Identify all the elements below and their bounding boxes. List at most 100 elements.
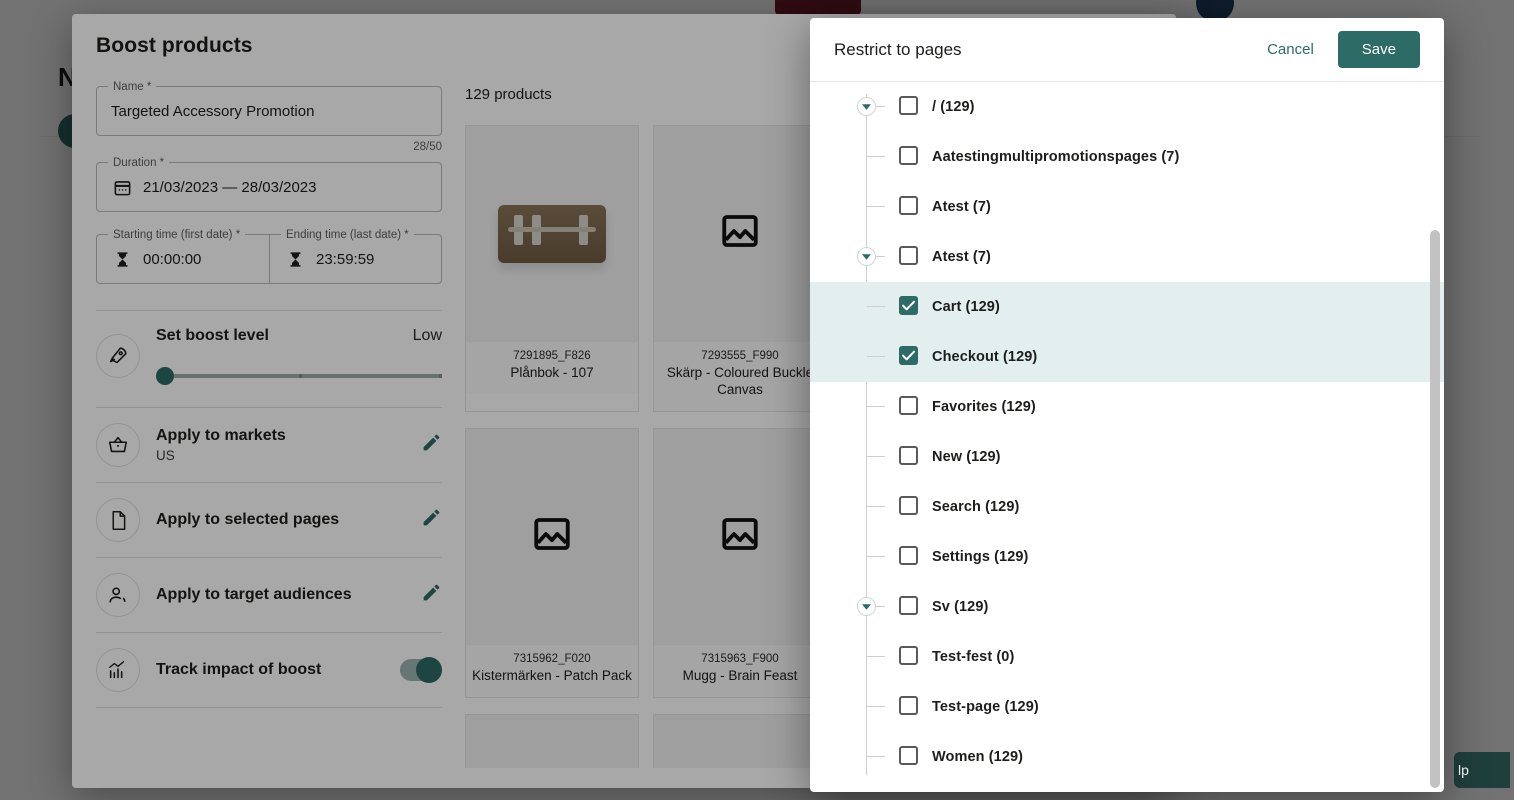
- product-card[interactable]: 7315962_F020 Kistermärken - Patch Pack: [465, 428, 639, 698]
- image-placeholder-icon: [719, 210, 761, 257]
- page-checkbox[interactable]: [899, 146, 918, 165]
- edit-audiences-button[interactable]: [421, 582, 442, 608]
- chart-icon: [96, 648, 140, 692]
- apply-to-target-audiences-body: Apply to target audiences: [156, 586, 411, 604]
- chevron-down-icon[interactable]: [857, 97, 876, 116]
- page-checkbox[interactable]: [899, 546, 918, 565]
- chevron-down-icon[interactable]: [857, 597, 876, 616]
- apply-to-target-audiences-label: Apply to target audiences: [156, 586, 411, 604]
- help-tab[interactable]: lp: [1454, 752, 1510, 788]
- page-checkbox[interactable]: [899, 446, 918, 465]
- page-tree-row[interactable]: Test-page (129): [810, 682, 1444, 732]
- page-tree-label[interactable]: Atest (7): [932, 199, 991, 215]
- product-card[interactable]: 7293555_F990 Skärp - Coloured Buckle Can…: [653, 125, 827, 412]
- pages-scrollbar-thumb[interactable]: [1430, 230, 1440, 788]
- product-sku: 7315963_F900: [660, 653, 820, 665]
- track-impact-toggle[interactable]: [400, 659, 442, 681]
- edit-markets-button[interactable]: [421, 432, 442, 458]
- cancel-button[interactable]: Cancel: [1253, 33, 1328, 66]
- tree-connector-line: [867, 406, 885, 407]
- edit-pages-button[interactable]: [421, 507, 442, 533]
- page-tree-row[interactable]: Search (129): [810, 482, 1444, 532]
- page-tree-row[interactable]: Sv (129): [810, 582, 1444, 632]
- boost-level-slider[interactable]: [156, 367, 442, 385]
- product-meta: 7315963_F900 Mugg - Brain Feast: [654, 644, 826, 697]
- page-checkbox[interactable]: [899, 196, 918, 215]
- page-tree-label[interactable]: Checkout (129): [932, 349, 1037, 365]
- product-card[interactable]: [653, 714, 827, 768]
- page-tree-label[interactable]: Settings (129): [932, 549, 1028, 565]
- tree-connector-line: [867, 356, 885, 357]
- duration-field-value: 21/03/2023 — 28/03/2023: [143, 179, 316, 196]
- time-fields-row: Starting time (first date) * 00:00:00 En…: [96, 234, 442, 284]
- duration-field[interactable]: Duration * 21/03/2023 — 28/03/2023: [96, 162, 442, 212]
- end-time-field[interactable]: Ending time (last date) * 23:59:59: [269, 234, 442, 284]
- product-name: Plånbok - 107: [472, 365, 632, 382]
- track-impact-body: Track impact of boost: [156, 661, 390, 679]
- page-checkbox[interactable]: [899, 346, 918, 365]
- page-checkbox[interactable]: [899, 746, 918, 765]
- toggle-track[interactable]: [400, 659, 442, 681]
- page-tree-label[interactable]: New (129): [932, 449, 1001, 465]
- save-button[interactable]: Save: [1338, 31, 1420, 68]
- pages-tree-scroll-area[interactable]: / (129) Aatestingmultipromotionspages (7)…: [810, 82, 1444, 792]
- page-checkbox[interactable]: [899, 96, 918, 115]
- page-tree-row[interactable]: Settings (129): [810, 532, 1444, 582]
- boost-level-header: Set boost level Low: [156, 327, 442, 345]
- tree-connector-line: [867, 656, 885, 657]
- page-tree-label[interactable]: Test-fest (0): [932, 649, 1014, 665]
- slider-tick-end: [439, 374, 442, 378]
- name-field[interactable]: Name * Targeted Accessory Promotion: [96, 86, 442, 136]
- page-checkbox[interactable]: [899, 246, 918, 265]
- page-tree-row[interactable]: / (129): [810, 82, 1444, 132]
- page-tree-row[interactable]: Atest (7): [810, 232, 1444, 282]
- product-meta: 7315962_F020 Kistermärken - Patch Pack: [466, 644, 638, 697]
- product-card[interactable]: 7291895_F826 Plånbok - 107: [465, 125, 639, 412]
- page-tree-label[interactable]: Favorites (129): [932, 399, 1036, 415]
- tree-connector-line: [867, 556, 885, 557]
- product-sku: 7293555_F990: [660, 350, 820, 362]
- boost-level-label: Set boost level: [156, 327, 269, 345]
- product-thumbnail: [466, 715, 638, 768]
- page-tree-row[interactable]: Aatestingmultipromotionspages (7): [810, 132, 1444, 182]
- page-tree-row[interactable]: Checkout (129): [810, 332, 1444, 382]
- page-checkbox[interactable]: [899, 496, 918, 515]
- apply-to-target-audiences-row[interactable]: Apply to target audiences: [96, 558, 442, 632]
- page-tree-label[interactable]: / (129): [932, 99, 975, 115]
- hourglass-icon: [284, 248, 306, 270]
- page-tree-row[interactable]: Atest (7): [810, 182, 1444, 232]
- product-thumbnail: [466, 429, 638, 644]
- pages-scrollbar[interactable]: [1430, 84, 1440, 788]
- page-tree-row[interactable]: New (129): [810, 432, 1444, 482]
- page-checkbox[interactable]: [899, 396, 918, 415]
- page-tree-label[interactable]: Women (129): [932, 749, 1023, 765]
- page-tree-label[interactable]: Search (129): [932, 499, 1019, 515]
- page-checkbox[interactable]: [899, 596, 918, 615]
- page-checkbox[interactable]: [899, 696, 918, 715]
- tree-connector-line: [867, 756, 885, 757]
- apply-to-markets-row[interactable]: Apply to markets US: [96, 408, 442, 482]
- product-card[interactable]: [465, 714, 639, 768]
- page-tree-label[interactable]: Cart (129): [932, 299, 1000, 315]
- apply-to-selected-pages-row[interactable]: Apply to selected pages: [96, 483, 442, 557]
- page-tree-label[interactable]: Test-page (129): [932, 699, 1039, 715]
- help-tab-label: lp: [1458, 762, 1469, 778]
- apply-to-markets-body: Apply to markets US: [156, 427, 411, 463]
- page-tree-row[interactable]: Cart (129): [810, 282, 1444, 332]
- page-checkbox[interactable]: [899, 296, 918, 315]
- product-name: Kistermärken - Patch Pack: [472, 668, 632, 685]
- chevron-down-icon[interactable]: [857, 247, 876, 266]
- page-tree-row[interactable]: Favorites (129): [810, 382, 1444, 432]
- apply-to-selected-pages-body: Apply to selected pages: [156, 511, 411, 529]
- page-tree-row[interactable]: Test-fest (0): [810, 632, 1444, 682]
- product-thumbnail: [654, 429, 826, 644]
- start-time-field[interactable]: Starting time (first date) * 00:00:00: [96, 234, 269, 284]
- page-tree-label[interactable]: Sv (129): [932, 599, 988, 615]
- page-tree-label[interactable]: Aatestingmultipromotionspages (7): [932, 149, 1179, 165]
- slider-thumb[interactable]: [156, 367, 174, 385]
- track-impact-row[interactable]: Track impact of boost: [96, 633, 442, 707]
- page-checkbox[interactable]: [899, 646, 918, 665]
- page-tree-label[interactable]: Atest (7): [932, 249, 991, 265]
- page-tree-row[interactable]: Women (129): [810, 732, 1444, 782]
- product-card[interactable]: 7315963_F900 Mugg - Brain Feast: [653, 428, 827, 698]
